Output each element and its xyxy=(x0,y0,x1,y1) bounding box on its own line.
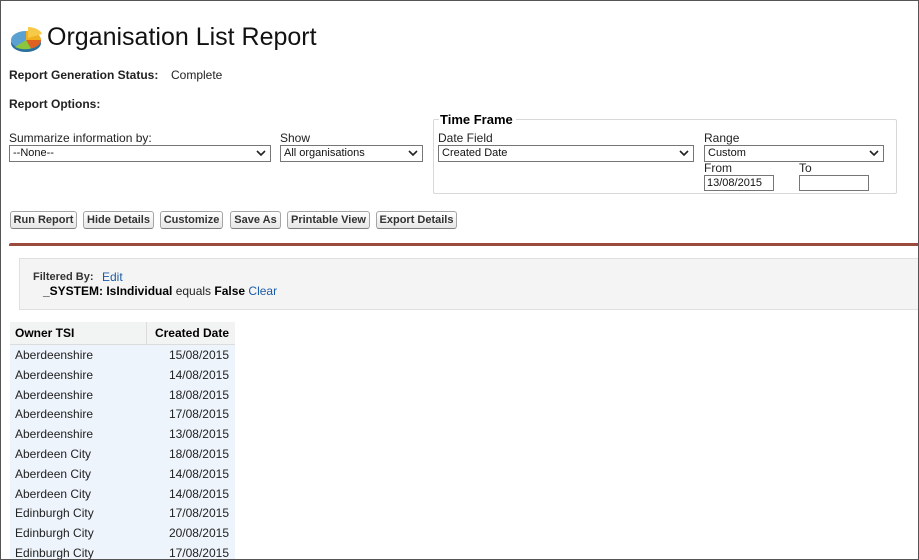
printable-view-button[interactable]: Printable View xyxy=(287,211,370,229)
to-label: To xyxy=(799,161,812,175)
status-label: Report Generation Status: xyxy=(9,68,159,82)
table-row: Aberdeen City 18/08/2015 xyxy=(10,444,235,464)
show-label: Show xyxy=(280,131,311,145)
hide-details-button[interactable]: Hide Details xyxy=(83,211,154,229)
from-date-input[interactable]: 13/08/2015 xyxy=(704,175,774,191)
table-row: Aberdeenshire 13/08/2015 xyxy=(10,424,235,444)
show-select[interactable]: All organisations xyxy=(280,145,423,162)
cell-owner-tsi: Aberdeenshire xyxy=(15,348,94,362)
table-header: Owner TSI Created Date xyxy=(10,322,235,345)
cell-owner-tsi: Aberdeen City xyxy=(15,466,92,481)
to-date-input[interactable] xyxy=(799,175,869,191)
cell-owner-tsi: Edinburgh City xyxy=(15,545,94,560)
report-page: Organisation List Report Report Generati… xyxy=(0,0,919,560)
cell-owner-tsi: Aberdeenshire xyxy=(15,387,94,402)
customize-button[interactable]: Customize xyxy=(160,211,223,229)
filtered-by-label: Filtered By: xyxy=(33,271,94,283)
column-header-created-date[interactable]: Created Date xyxy=(155,326,229,340)
range-label: Range xyxy=(704,131,740,145)
cell-created-date: 14/08/2015 xyxy=(168,466,229,481)
edit-filter-link[interactable]: Edit xyxy=(102,270,123,284)
column-header-owner-tsi[interactable]: Owner TSI xyxy=(15,326,74,340)
cell-created-date: 14/08/2015 xyxy=(168,367,229,382)
range-select[interactable]: Custom xyxy=(704,145,884,162)
cell-owner-tsi: Edinburgh City xyxy=(15,506,94,521)
filter-field: _SYSTEM: IsIndividual xyxy=(43,284,173,298)
cell-created-date: 17/08/2015 xyxy=(168,506,229,521)
table-row: Aberdeenshire 14/08/2015 xyxy=(10,365,235,385)
date-field-value: Created Date xyxy=(442,147,508,159)
table-row: Edinburgh City 17/08/2015 xyxy=(10,503,235,523)
table-row: Aberdeen City 14/08/2015 xyxy=(10,484,235,504)
show-value: All organisations xyxy=(284,147,365,159)
export-details-button[interactable]: Export Details xyxy=(376,211,457,229)
cell-owner-tsi: Aberdeenshire xyxy=(15,367,94,382)
chevron-down-icon xyxy=(408,150,418,157)
save-as-button[interactable]: Save As xyxy=(230,211,281,229)
summarize-select[interactable]: --None-- xyxy=(9,145,271,162)
section-divider xyxy=(9,243,918,246)
status-value: Complete xyxy=(171,68,223,82)
filter-criteria: _SYSTEM: IsIndividual equals False Clear xyxy=(43,284,277,298)
date-field-label: Date Field xyxy=(438,131,493,145)
clear-filter-link[interactable]: Clear xyxy=(245,284,277,298)
range-value: Custom xyxy=(708,147,746,159)
cell-owner-tsi: Aberdeen City xyxy=(15,486,92,501)
cell-created-date: 17/08/2015 xyxy=(168,545,229,560)
table-row: Aberdeenshire 17/08/2015 xyxy=(10,404,235,424)
summarize-value: --None-- xyxy=(13,147,54,159)
run-report-button[interactable]: Run Report xyxy=(10,211,77,229)
table-body: Aberdeenshire 15/08/2015 Aberdeenshire 14/0… xyxy=(10,345,235,560)
date-field-select[interactable]: Created Date xyxy=(438,145,694,162)
cell-owner-tsi: Aberdeenshire xyxy=(15,407,94,422)
column-divider xyxy=(146,322,147,344)
cell-created-date: 15/08/2015 xyxy=(168,348,229,362)
chevron-down-icon xyxy=(869,150,879,157)
from-label: From xyxy=(704,161,732,175)
time-frame-title: Time Frame xyxy=(439,112,516,127)
cell-created-date: 18/08/2015 xyxy=(168,446,229,461)
table-row: Edinburgh City 17/08/2015 xyxy=(10,543,235,560)
filter-operator: equals xyxy=(172,284,215,298)
table-row: Aberdeen City 14/08/2015 xyxy=(10,464,235,484)
table-row: Aberdeenshire 15/08/2015 xyxy=(10,345,235,365)
report-table: Owner TSI Created Date Aberdeenshire 15/0… xyxy=(10,322,235,560)
cell-owner-tsi: Edinburgh City xyxy=(15,526,94,541)
cell-created-date: 18/08/2015 xyxy=(168,387,229,402)
chevron-down-icon xyxy=(679,150,689,157)
chevron-down-icon xyxy=(256,150,266,157)
cell-created-date: 20/08/2015 xyxy=(168,526,229,541)
cell-created-date: 13/08/2015 xyxy=(168,427,229,442)
report-options-label: Report Options: xyxy=(9,97,101,111)
table-row: Aberdeenshire 18/08/2015 xyxy=(10,385,235,405)
pie-chart-icon xyxy=(9,21,43,55)
summarize-label: Summarize information by: xyxy=(9,131,152,145)
table-row: Edinburgh City 20/08/2015 xyxy=(10,523,235,543)
cell-owner-tsi: Aberdeen City xyxy=(15,446,92,461)
cell-created-date: 14/08/2015 xyxy=(168,486,229,501)
cell-owner-tsi: Aberdeenshire xyxy=(15,427,94,442)
cell-created-date: 17/08/2015 xyxy=(168,407,229,422)
filter-value: False xyxy=(214,284,246,298)
page-title: Organisation List Report xyxy=(47,23,317,51)
